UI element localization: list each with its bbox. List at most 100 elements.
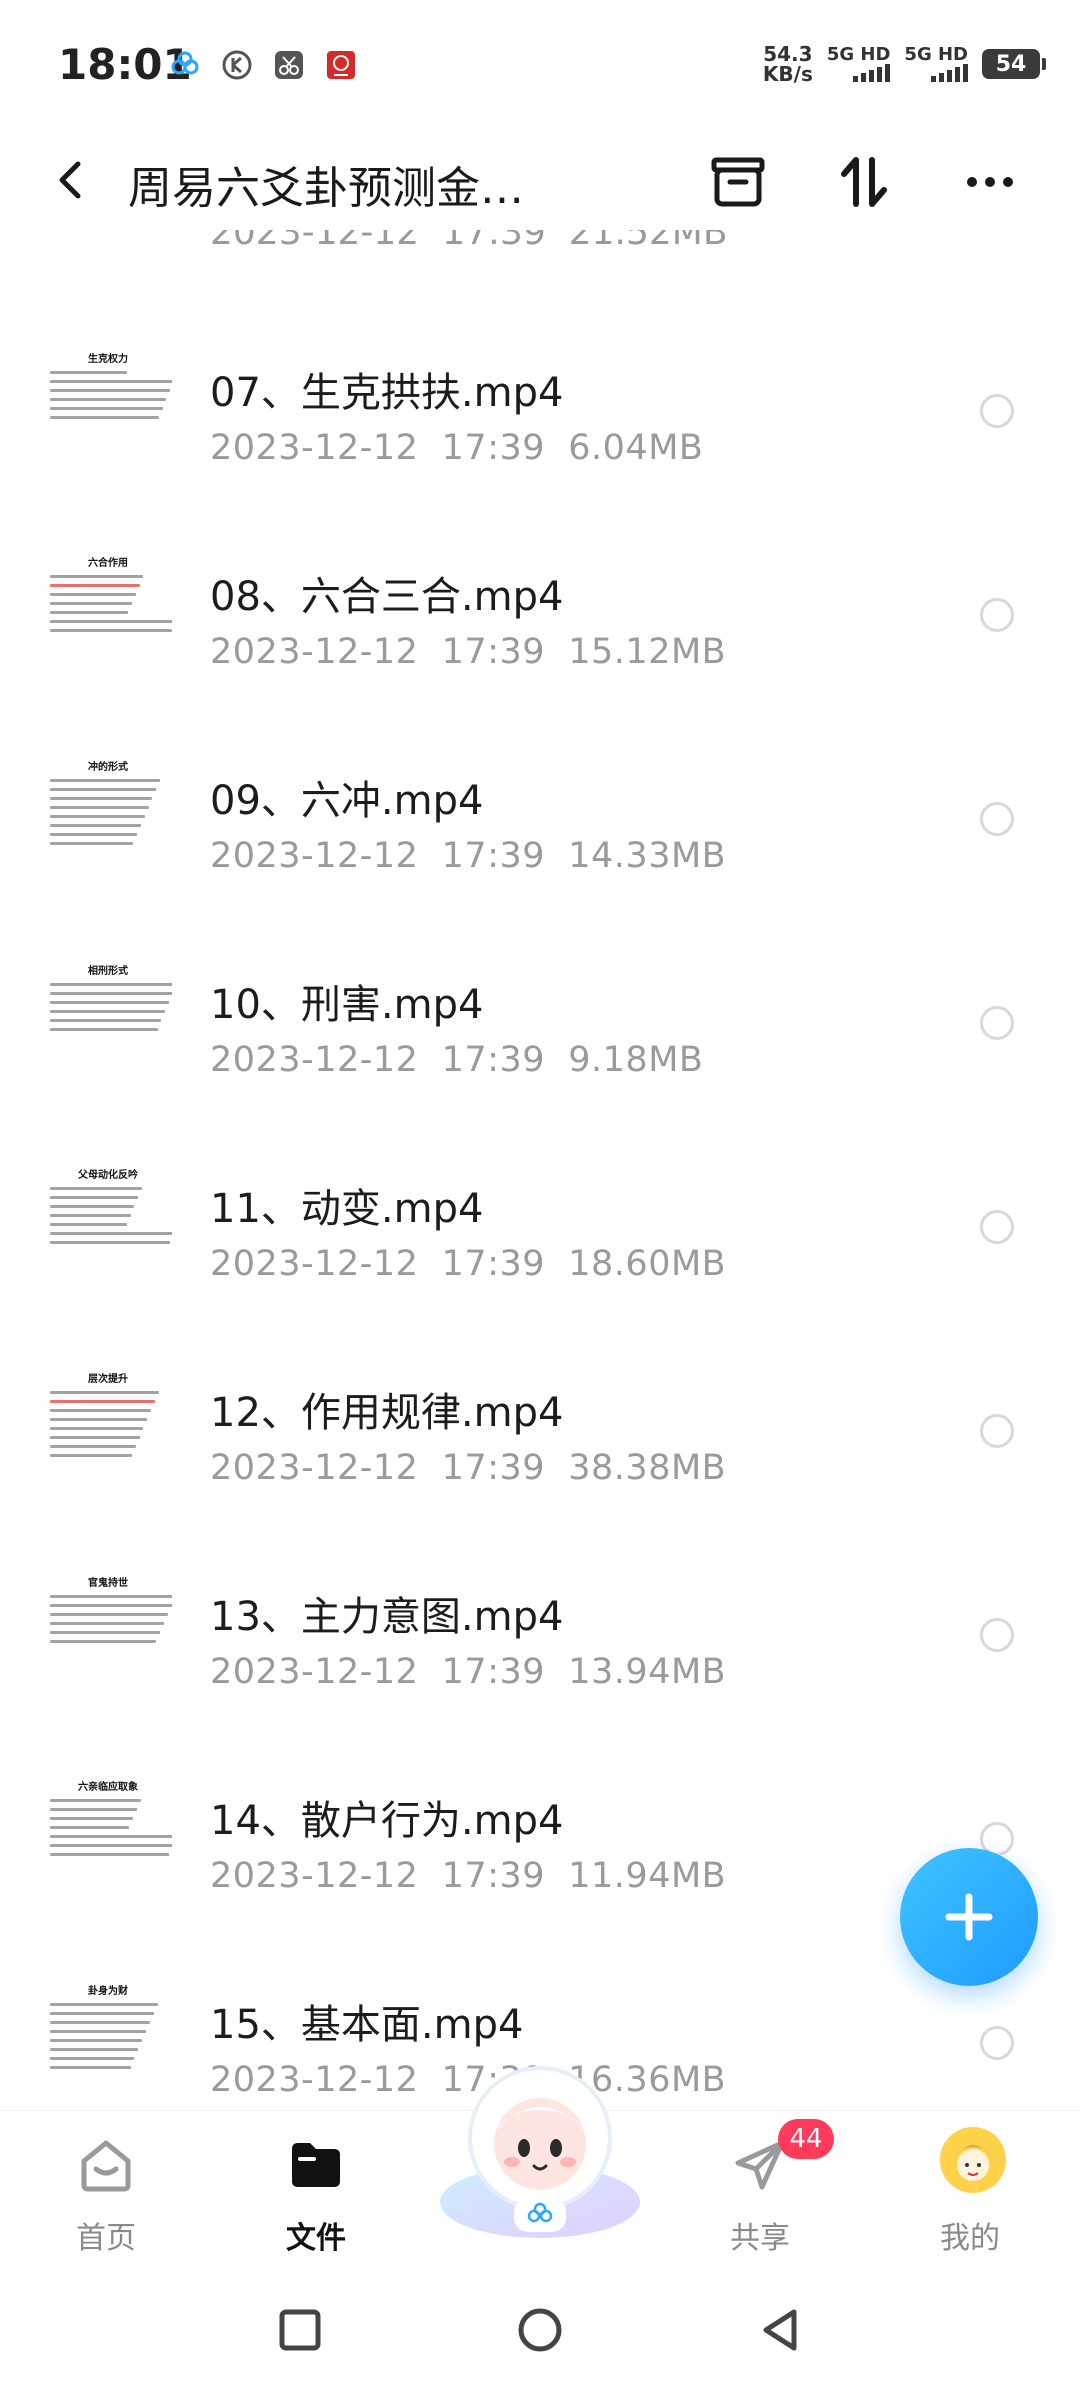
page-title: 周易六爻卦预测金… bbox=[128, 163, 524, 214]
file-row[interactable]: 生克权力 07、生克拱扶.mp4 2023-12-12 17:39 6.04MB bbox=[0, 320, 1080, 524]
file-name: 07、生克拱扶.mp4 bbox=[210, 370, 564, 416]
archive-button[interactable] bbox=[706, 150, 770, 214]
nav-files-label: 文件 bbox=[286, 2221, 346, 2256]
thumbnail-text-line bbox=[50, 584, 140, 587]
select-checkbox[interactable] bbox=[980, 1414, 1014, 1448]
thumbnail-text-line bbox=[50, 407, 163, 410]
select-checkbox[interactable] bbox=[980, 802, 1014, 836]
thumbnail-text-line bbox=[50, 1595, 172, 1598]
archive-box-icon bbox=[711, 157, 765, 207]
plus-icon bbox=[945, 1893, 993, 1941]
sim2-label: 5G HD bbox=[904, 44, 968, 65]
thumbnail-text-line bbox=[50, 1196, 139, 1199]
file-row[interactable]: 冲的形式 09、六冲.mp4 2023-12-12 17:39 14.33MB bbox=[0, 728, 1080, 932]
thumbnail-text-line bbox=[50, 1604, 172, 1607]
thumbnail-text-line bbox=[50, 1631, 161, 1634]
file-meta: 2023-12-12 17:39 14.33MB bbox=[210, 836, 727, 876]
file-thumbnail: 冲的形式 bbox=[44, 752, 172, 880]
back-system-button[interactable] bbox=[750, 2300, 810, 2360]
thumbnail-text-line bbox=[50, 1622, 164, 1625]
sim2-signal: 5G HD bbox=[904, 46, 968, 82]
home-system-button[interactable] bbox=[510, 2300, 570, 2360]
back-button[interactable] bbox=[44, 152, 100, 208]
thumbnail-text-line bbox=[50, 611, 129, 614]
thumbnail-text-line bbox=[50, 1436, 140, 1439]
file-name: 09、六冲.mp4 bbox=[210, 778, 484, 824]
thumbnail-text-line bbox=[50, 1427, 144, 1430]
signal-bars-icon bbox=[827, 64, 891, 82]
thumbnail-title: 相刑形式 bbox=[88, 966, 128, 977]
file-name: 11、动变.mp4 bbox=[210, 1186, 484, 1232]
nav-files[interactable]: 文件 bbox=[216, 2111, 416, 2261]
file-thumbnail: 父母动化反吟 bbox=[44, 1160, 172, 1288]
file-list-viewport[interactable]: 2023-12-12 17:39 21.52MB 生克权力 07、生克拱扶.mp4… bbox=[0, 230, 1080, 2110]
thumbnail-text-line bbox=[50, 1391, 159, 1394]
battery-indicator: 54 bbox=[982, 49, 1046, 79]
thumbnail-text-line bbox=[50, 815, 145, 818]
thumbnail-text-line bbox=[50, 1409, 152, 1412]
thumbnail-title: 层次提升 bbox=[88, 1374, 128, 1385]
file-name: 08、六合三合.mp4 bbox=[210, 574, 564, 620]
thumbnail-title: 六亲临应取象 bbox=[78, 1782, 138, 1793]
cloud-app-icon bbox=[168, 48, 202, 82]
file-thumbnail: 生克权力 bbox=[44, 344, 172, 472]
top-app-bar: 周易六爻卦预测金… bbox=[0, 130, 1080, 230]
k-app-icon bbox=[220, 48, 254, 82]
thumbnail-text-line bbox=[50, 371, 127, 374]
thumbnail-text-line bbox=[50, 1640, 157, 1643]
file-row[interactable]: 相刑形式 10、刑害.mp4 2023-12-12 17:39 9.18MB bbox=[0, 932, 1080, 1136]
partial-file-row[interactable]: 2023-12-12 17:39 21.52MB bbox=[0, 230, 1080, 280]
file-thumbnail: 官鬼持世 bbox=[44, 1568, 172, 1696]
thumbnail-text-line bbox=[50, 1028, 158, 1031]
file-row[interactable]: 六合作用 08、六合三合.mp4 2023-12-12 17:39 15.12MB bbox=[0, 524, 1080, 728]
square-icon bbox=[279, 2309, 321, 2351]
thumbnail-text-line bbox=[50, 806, 149, 809]
select-checkbox[interactable] bbox=[980, 598, 1014, 632]
thumbnail-text-line bbox=[50, 1826, 130, 1829]
sim1-label: 5G HD bbox=[826, 44, 891, 65]
sort-button[interactable] bbox=[832, 150, 896, 214]
nav-mine[interactable]: 我的 bbox=[870, 2111, 1070, 2261]
recents-button[interactable] bbox=[270, 2300, 330, 2360]
nav-home[interactable]: 首页 bbox=[6, 2111, 206, 2261]
thumbnail-text-line bbox=[50, 2066, 131, 2069]
add-fab-button[interactable] bbox=[900, 1848, 1038, 1986]
select-checkbox[interactable] bbox=[980, 1210, 1014, 1244]
more-options-button[interactable] bbox=[958, 150, 1022, 214]
system-navigation-bar bbox=[0, 2260, 1080, 2400]
nav-share[interactable]: 44 共享 bbox=[660, 2111, 860, 2261]
thumbnail-text-line bbox=[50, 1187, 143, 1190]
file-meta: 2023-12-12 17:39 38.38MB bbox=[210, 1448, 727, 1488]
file-name: 10、刑害.mp4 bbox=[210, 982, 484, 1028]
select-checkbox[interactable] bbox=[980, 2026, 1014, 2060]
thumbnail-text-line bbox=[50, 1010, 166, 1013]
home-icon bbox=[74, 2133, 138, 2197]
file-row[interactable]: 父母动化反吟 11、动变.mp4 2023-12-12 17:39 18.60MB bbox=[0, 1136, 1080, 1340]
thumbnail-text-line bbox=[50, 2012, 154, 2015]
thumbnail-text-line bbox=[50, 2003, 158, 2006]
thumbnail-text-line bbox=[50, 398, 167, 401]
file-row[interactable]: 官鬼持世 13、主力意图.mp4 2023-12-12 17:39 13.94MB bbox=[0, 1544, 1080, 1748]
thumbnail-text-line bbox=[50, 1214, 131, 1217]
file-thumbnail: 六亲临应取象 bbox=[44, 1772, 172, 1900]
sim1-signal: 5G HD bbox=[827, 46, 891, 82]
thumbnail-text-line bbox=[50, 779, 161, 782]
thumbnail-text-line bbox=[50, 1205, 135, 1208]
avatar bbox=[940, 2127, 1006, 2193]
file-thumbnail: 卦身为财 bbox=[44, 1976, 172, 2104]
select-checkbox[interactable] bbox=[980, 1618, 1014, 1652]
mascot-assistant-button[interactable] bbox=[430, 2052, 650, 2242]
thumbnail-text-line bbox=[50, 2021, 150, 2024]
select-checkbox[interactable] bbox=[980, 1006, 1014, 1040]
thumbnail-text-line bbox=[50, 797, 153, 800]
file-row[interactable]: 层次提升 12、作用规律.mp4 2023-12-12 17:39 38.38MB bbox=[0, 1340, 1080, 1544]
status-notification-icons bbox=[168, 48, 358, 82]
thumbnail-text-line bbox=[50, 593, 136, 596]
file-meta: 2023-12-12 17:39 13.94MB bbox=[210, 1652, 727, 1692]
select-checkbox[interactable] bbox=[980, 394, 1014, 428]
file-meta: 2023-12-12 17:39 9.18MB bbox=[210, 1040, 704, 1080]
thumbnail-text-line bbox=[50, 1445, 136, 1448]
thumbnail-text-line bbox=[50, 1817, 134, 1820]
thumbnail-title: 官鬼持世 bbox=[88, 1578, 128, 1589]
thumbnail-title: 冲的形式 bbox=[88, 762, 128, 773]
